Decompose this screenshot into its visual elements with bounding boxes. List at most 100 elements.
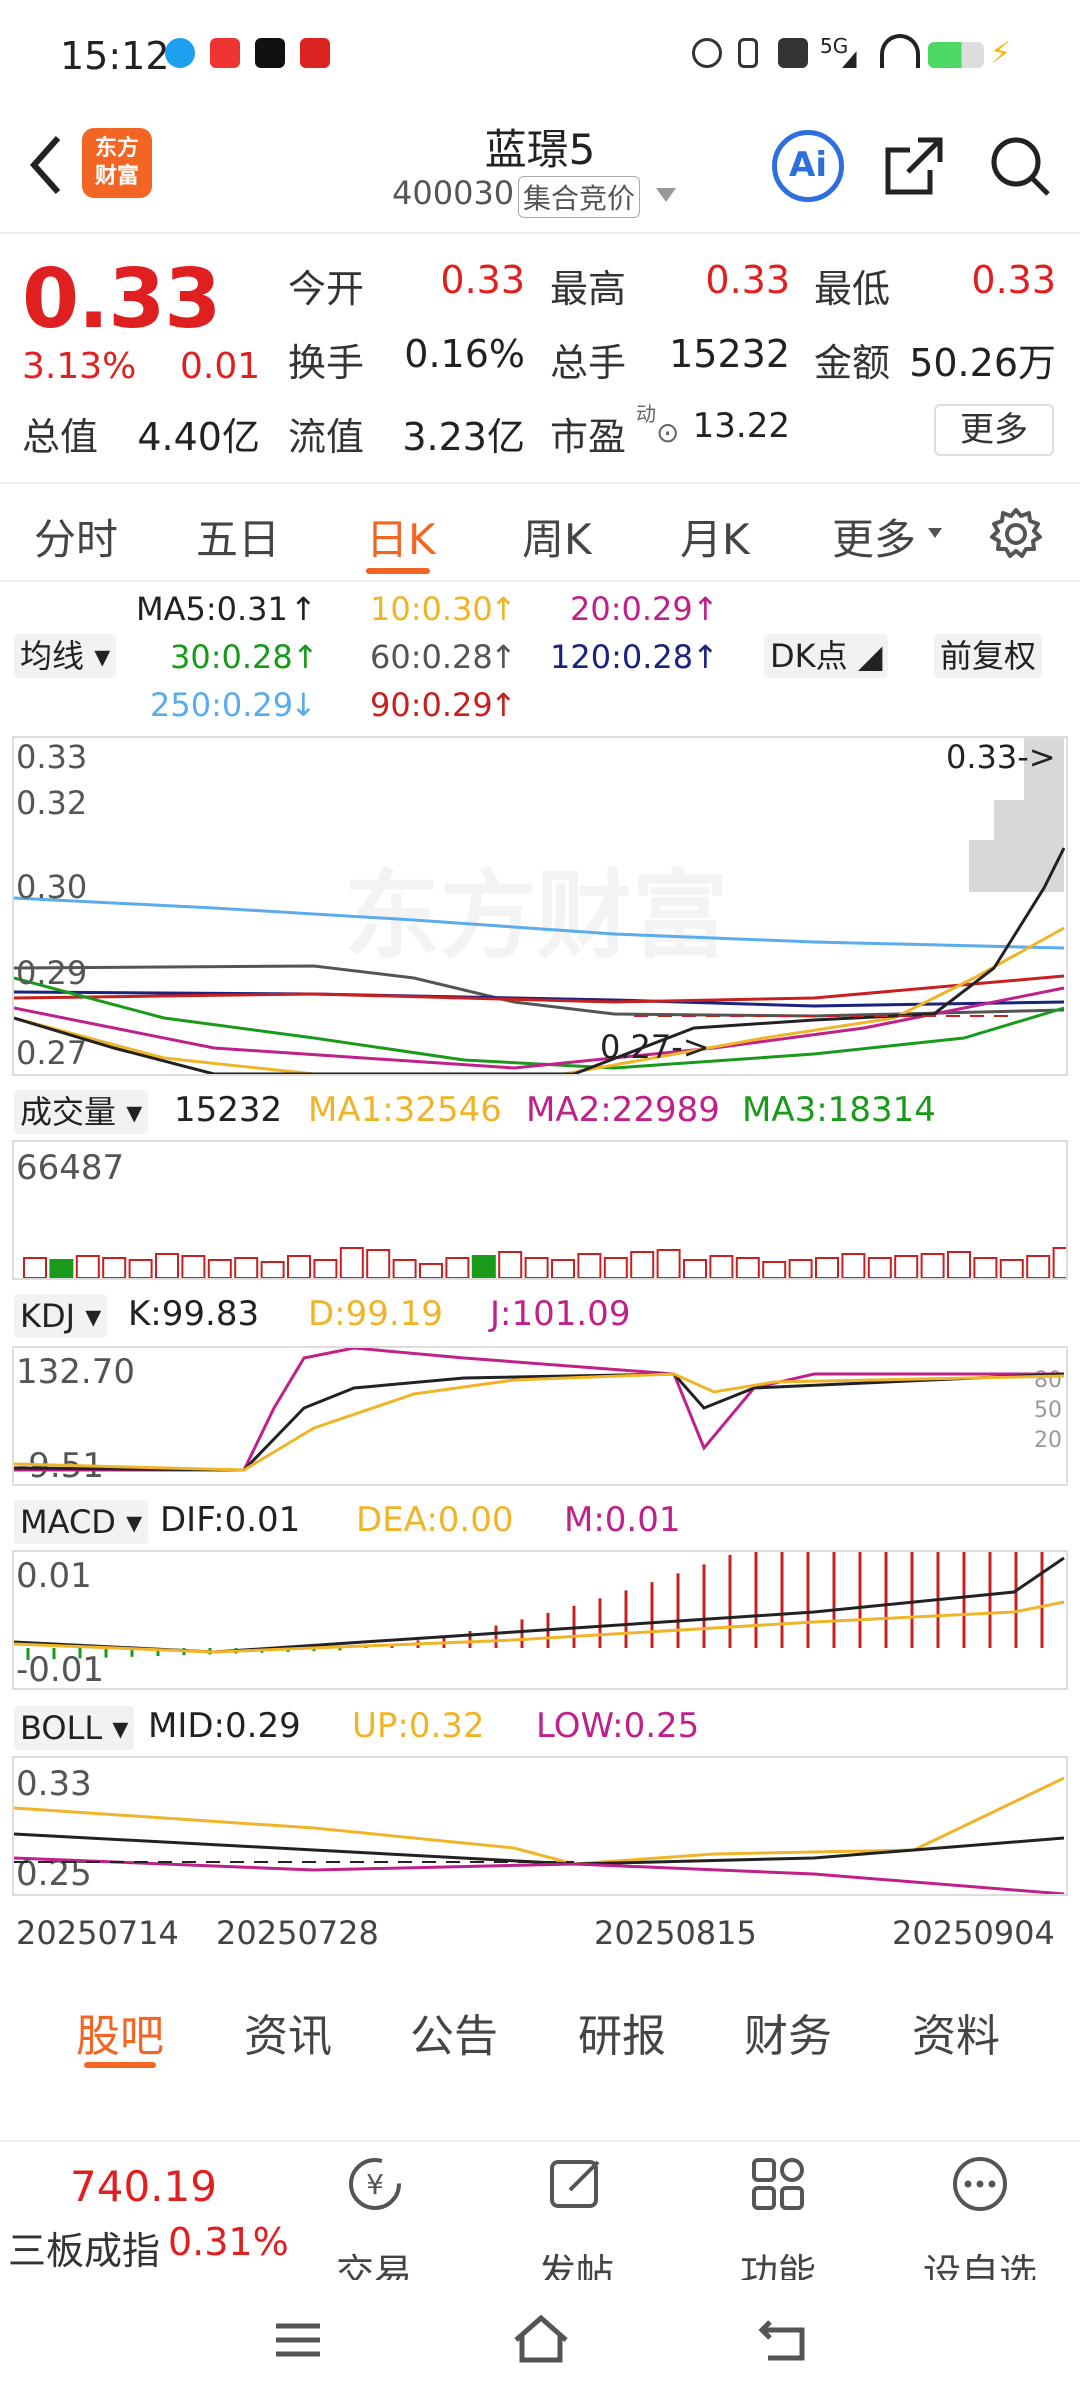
volume-bar [234,1257,259,1278]
tab-more[interactable]: 更多 [832,506,916,567]
content-tabs: 股吧 资讯 公告 研报 财务 资料 [0,1980,1080,2080]
volume-bar [683,1259,707,1278]
index-value[interactable]: 740.19 [70,2162,217,2211]
volume-ma1: MA1:32546 [308,1090,502,1130]
adjust-selector[interactable]: 前复权 [934,634,1043,678]
settings-gear-icon[interactable] [988,506,1044,562]
boll-selector[interactable]: BOLL ▾ [14,1706,135,1750]
more-dots-icon[interactable] [950,2154,1010,2214]
volume-bar [128,1259,153,1278]
index-name[interactable]: 三板成指 [8,2220,160,2275]
y-tick: 0.27 [16,1034,88,1072]
turnover-label: 换手 [288,341,365,385]
chart-tabs: 分时 五日 日K 周K 月K 更多 [0,482,1080,582]
volume-bar [392,1259,417,1278]
share-icon[interactable] [878,130,950,202]
vibrate-icon [738,38,758,68]
volume-bar [313,1259,338,1278]
volume-ma3: MA3:18314 [742,1090,936,1130]
kdj-lines [14,1348,1065,1472]
volume-bar [49,1259,74,1278]
open-label: 今开 [288,267,365,311]
kdj-chart[interactable]: 132.70 -9.51 80 50 20 [12,1346,1068,1486]
dea-line [14,1600,1065,1654]
volume-ma2: MA2:22989 [526,1090,720,1130]
tab-news[interactable]: 资讯 [244,2000,332,2064]
info-icon[interactable]: ⊙ [656,416,679,449]
volume-chart[interactable]: 66487 [12,1140,1068,1280]
volume-bar [630,1251,655,1278]
float-label: 流值 [288,415,365,459]
macd-bars [14,1552,1065,1660]
chevron-down-icon[interactable] [656,188,676,202]
more-button[interactable]: 更多 [934,404,1054,456]
auction-badge[interactable]: 集合竞价 [518,176,641,218]
kline-chart[interactable]: 东方财富 0.33 0.32 0.30 0.29 0.27 0.33-> 0.2… [12,736,1068,1076]
active-tab-indicator [84,2062,156,2068]
low-value: 0.33 [971,258,1056,302]
ai-button[interactable]: Ai [772,130,844,202]
tab-announcements[interactable]: 公告 [410,2000,498,2064]
tab-intraday[interactable]: 分时 [34,506,118,567]
macd-dif: DIF:0.01 [160,1500,301,1540]
tab-daily-k[interactable]: 日K [366,506,436,567]
kdj-selector[interactable]: KDJ ▾ [14,1294,108,1338]
trade-icon[interactable]: ¥ [345,2154,405,2214]
arrow-down-icon: ↓ [290,686,317,724]
volume-bars [23,1247,1066,1278]
arrow-up-icon: ↑ [490,590,517,628]
tab-monthly-k[interactable]: 月K [680,506,750,567]
macd-chart[interactable]: 0.01 -0.01 [12,1550,1068,1690]
tab-finance[interactable]: 财务 [744,2000,832,2064]
tab-five-day[interactable]: 五日 [196,506,280,567]
tab-guba[interactable]: 股吧 [76,2000,164,2064]
boll-mid: MID:0.29 [148,1706,301,1746]
low-label: 最低 [814,267,891,311]
arrow-up-icon: ↑ [290,590,317,628]
tab-profile[interactable]: 资料 [912,2000,1000,2064]
boll-chart[interactable]: 0.33 0.25 [12,1756,1068,1896]
volume-bar [366,1249,391,1278]
header: 东方 财富 蓝璟5 400030 集合竞价 Ai [0,110,1080,230]
edit-icon[interactable] [546,2154,606,2214]
mktcap-label: 总值 [22,415,99,459]
arrow-up-icon: ↑ [292,638,319,676]
y-tick: 0.33 [16,738,88,776]
ma-selector[interactable]: 均线 ▾ [14,634,117,678]
high-label: 最高 [550,267,627,311]
status-time: 15:12 [60,34,170,78]
pe-label: 市盈 [550,415,627,459]
macd-selector[interactable]: MACD ▾ [14,1500,149,1544]
volume-bar [815,1257,839,1278]
grid-icon[interactable] [748,2154,808,2214]
pe-value: 13.22 [692,406,790,446]
dk-point-selector[interactable]: DK点 ◢ [764,634,889,678]
price-band [969,840,1064,892]
volume-bar [1026,1255,1051,1278]
volume-bar [947,1251,971,1278]
ma90-legend: 90:0.29 [370,686,493,724]
tab-weekly-k[interactable]: 周K [522,506,592,567]
ma10-legend: 10:0.30 [370,590,493,628]
index-percent: 0.31% [168,2220,289,2264]
turnover-value: 0.16% [404,332,525,376]
home-icon[interactable] [510,2310,572,2366]
return-icon[interactable] [756,2314,808,2364]
volume-selector[interactable]: 成交量 ▾ [14,1090,149,1134]
kdj-k: K:99.83 [128,1294,260,1334]
ma250-line [14,896,1065,950]
ma120-legend: 120:0.28 [550,638,694,676]
last-price-label: 0.33-> [946,738,1056,776]
volume-bar [155,1253,179,1278]
volume-bar [471,1255,496,1278]
search-icon[interactable] [984,130,1056,202]
current-price: 0.33 [22,252,221,347]
volume-bar [524,1257,549,1278]
qq-icon [165,38,195,68]
tab-research[interactable]: 研报 [578,2000,666,2064]
menu-icon[interactable] [272,2320,324,2360]
ma250-legend: 250:0.29 [150,686,294,724]
app-red-icon [300,38,330,68]
ma30-line [14,976,1065,1070]
chevron-down-icon [928,528,942,538]
